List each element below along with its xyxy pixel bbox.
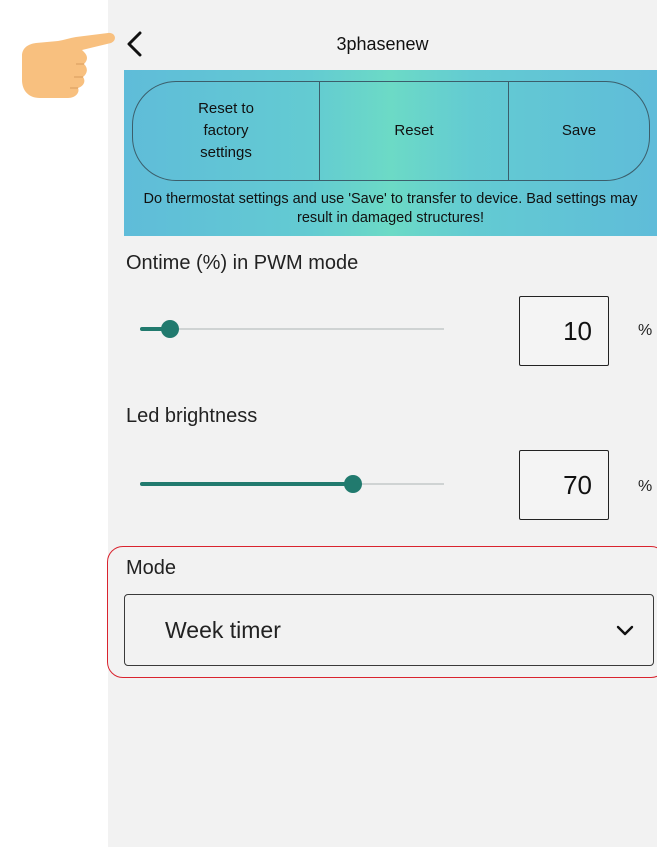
led-brightness-label: Led brightness: [126, 405, 258, 427]
ontime-label: Ontime (%) in PWM mode: [126, 252, 359, 274]
page-title: 3phasenew: [336, 34, 429, 54]
led-brightness-slider[interactable]: [140, 475, 444, 493]
chevron-down-icon: [616, 625, 634, 636]
mode-selected-value: Week timer: [165, 617, 281, 643]
save-button[interactable]: Save: [508, 82, 649, 180]
led-brightness-unit: %: [638, 478, 653, 495]
action-button-group: Reset to factory settings Reset Save: [132, 81, 650, 181]
warning-text: Do thermostat settings and use 'Save' to…: [143, 191, 638, 226]
settings-banner: Reset to factory settings Reset Save Do …: [124, 70, 657, 236]
reset-factory-settings-button[interactable]: Reset to factory settings: [133, 82, 319, 180]
ontime-unit: %: [638, 322, 653, 339]
pointing-hand-icon: [22, 32, 115, 99]
top-bar: 3phasenew: [108, 20, 657, 70]
reset-button[interactable]: Reset: [319, 82, 508, 180]
ontime-slider[interactable]: [140, 320, 444, 338]
app-stage: 3phasenew Reset to factory settings Rese…: [0, 0, 657, 847]
mode-label: Mode: [126, 557, 177, 579]
led-brightness-slider-fill: [140, 482, 353, 486]
mode-dropdown[interactable]: Week timer: [124, 594, 654, 666]
led-brightness-slider-thumb[interactable]: [343, 475, 362, 493]
led-brightness-value-input[interactable]: [519, 450, 609, 520]
ontime-value-input[interactable]: [519, 296, 609, 366]
